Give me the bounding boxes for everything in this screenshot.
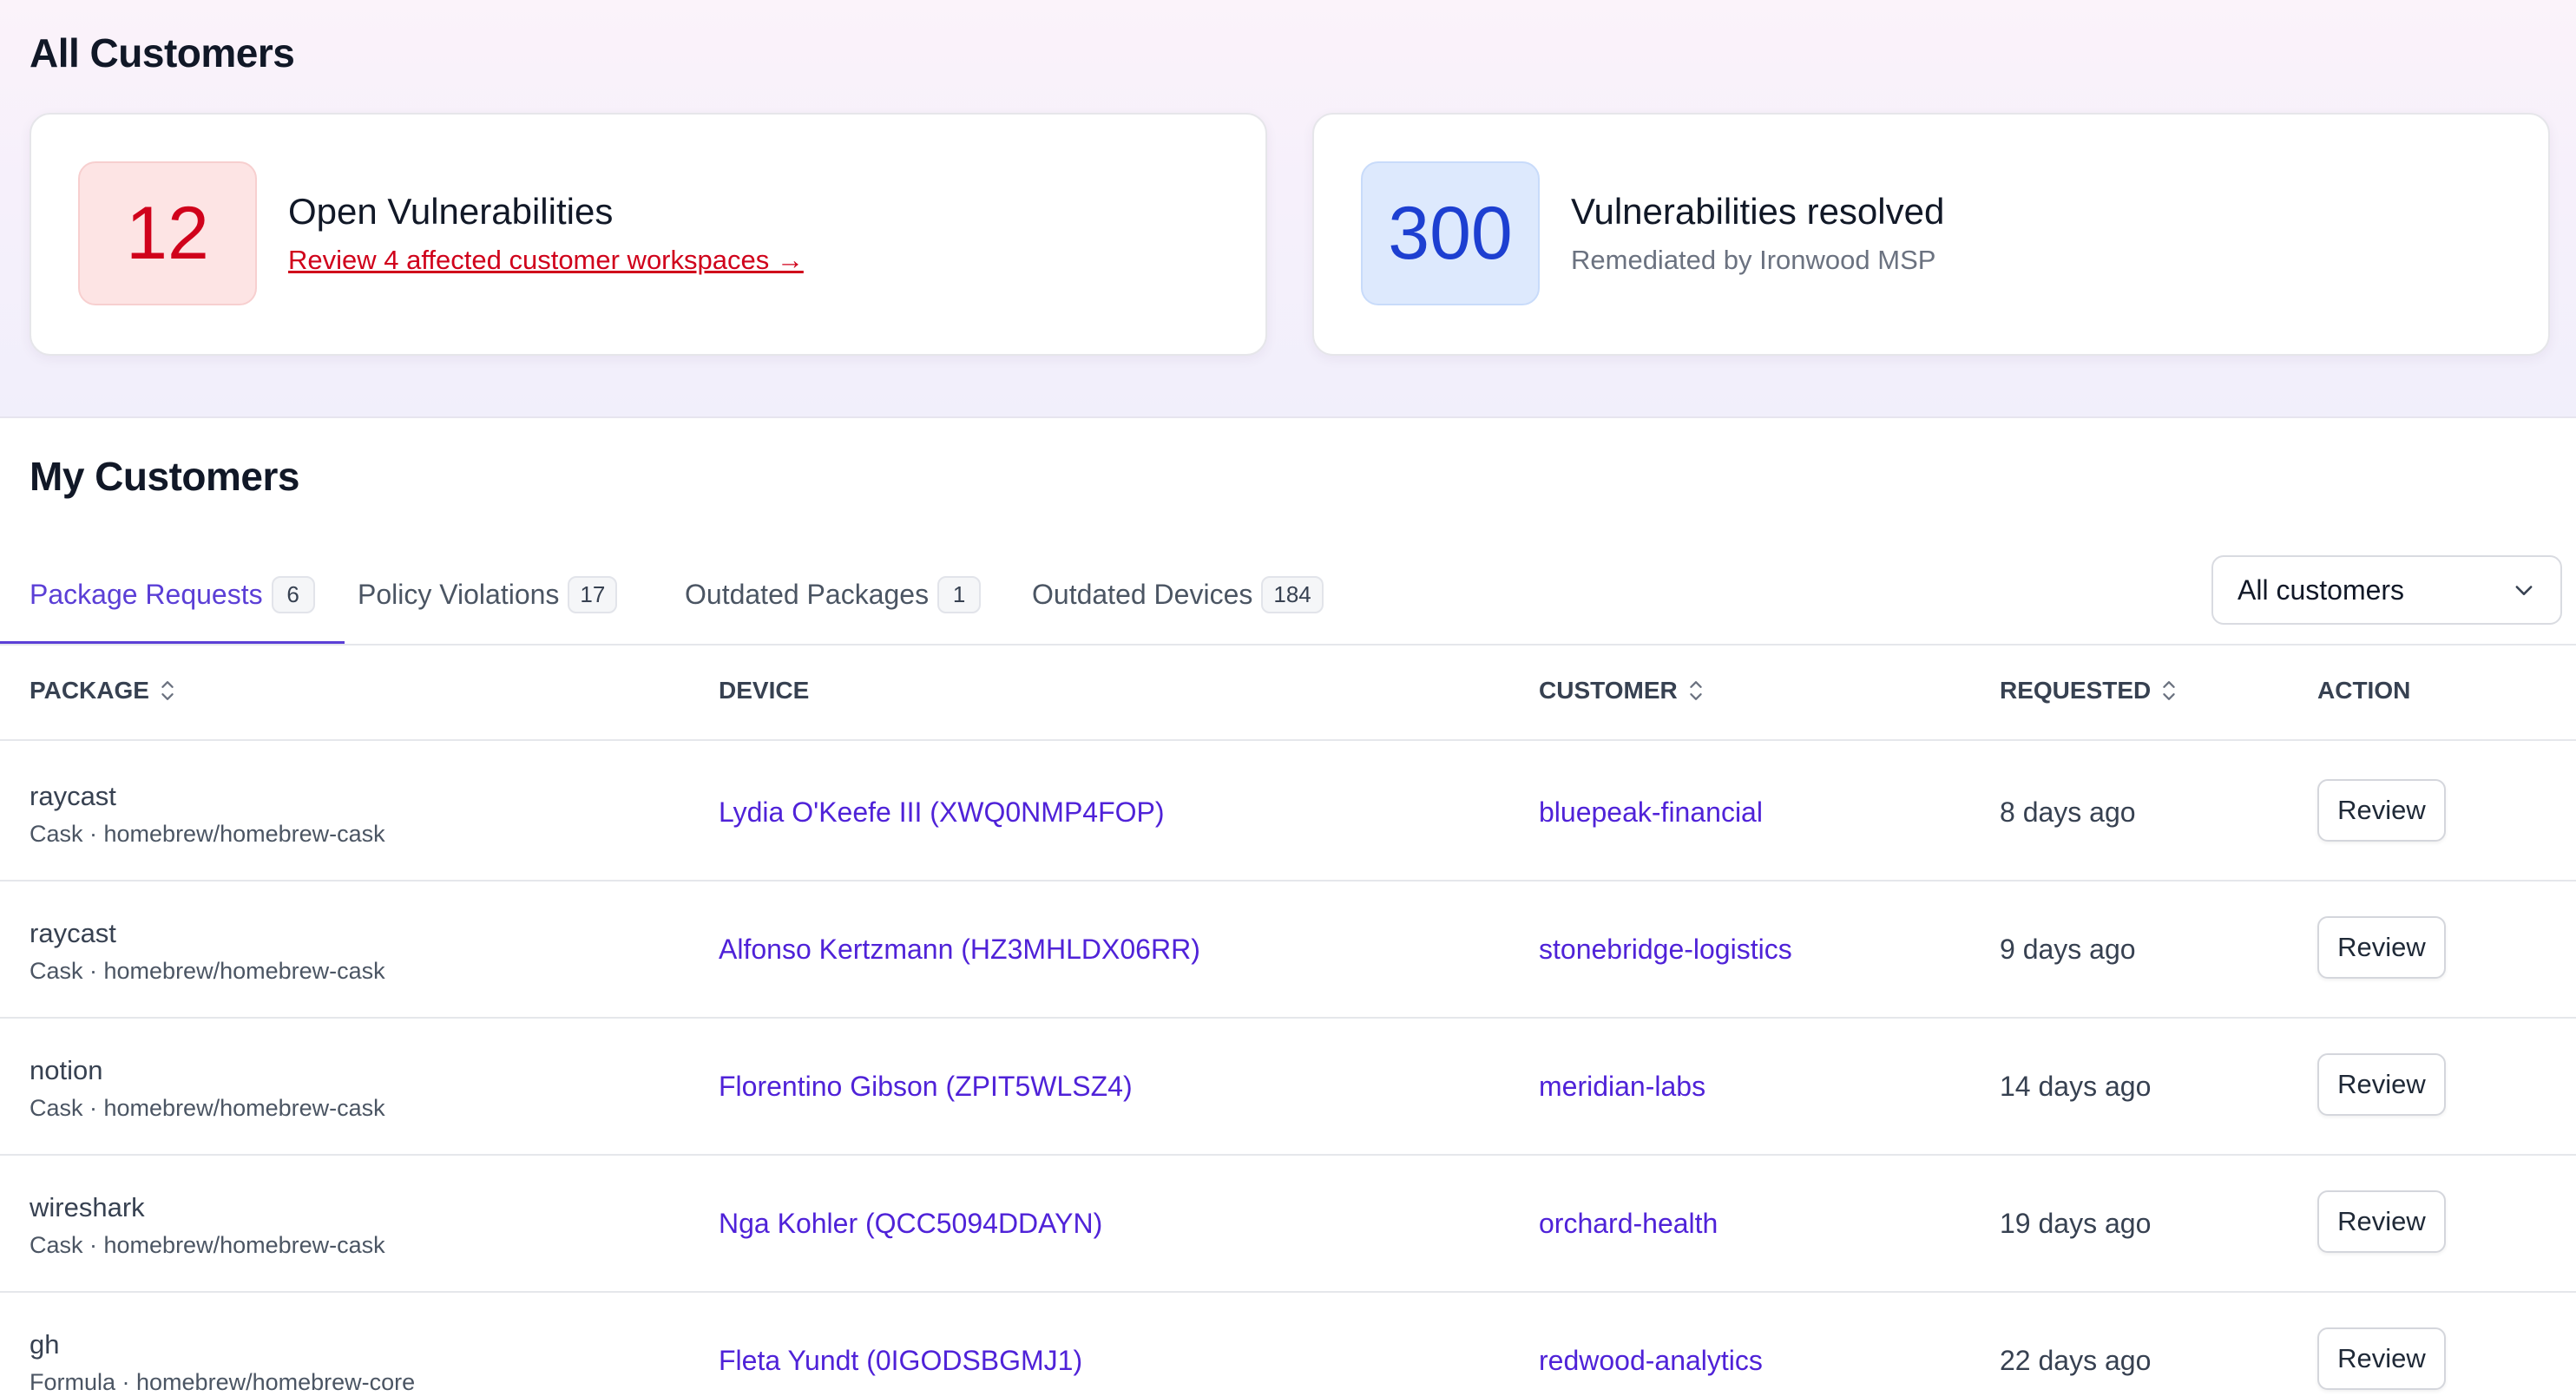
table-row: raycast Cask · homebrew/homebrew-cask Ly…: [0, 743, 2576, 882]
customer-link[interactable]: orchard-health: [1539, 1208, 1718, 1240]
customer-filter-value: All customers: [2238, 573, 2405, 606]
tab-bar: Package Requests 6 Policy Violations 17 …: [0, 547, 2576, 646]
customer-link[interactable]: stonebridge-logistics: [1539, 934, 1792, 966]
vulnerabilities-resolved-title: Vulnerabilities resolved: [1571, 191, 1945, 232]
device-link[interactable]: Fleta Yundt (0IGODSBGMJ1): [719, 1345, 1082, 1377]
table-row: gh Formula · homebrew/homebrew-core Flet…: [0, 1291, 2576, 1395]
sort-icon: [2163, 681, 2175, 700]
tab-policy-violations[interactable]: Policy Violations 17: [358, 547, 618, 642]
column-header-action: ACTION: [2317, 677, 2410, 705]
tab-label: Package Requests: [30, 578, 263, 610]
vulnerabilities-resolved-card: 300 Vulnerabilities resolved Remediated …: [1312, 113, 2550, 356]
table-row: wireshark Cask · homebrew/homebrew-cask …: [0, 1154, 2576, 1293]
review-button[interactable]: Review: [2317, 916, 2446, 979]
tab-label: Outdated Devices: [1032, 578, 1253, 610]
column-header-label: DEVICE: [719, 677, 810, 704]
open-vulnerabilities-card: 12 Open Vulnerabilities Review 4 affecte…: [30, 113, 1267, 356]
customer-link[interactable]: redwood-analytics: [1539, 1345, 1763, 1377]
tab-package-requests[interactable]: Package Requests 6: [0, 547, 345, 644]
customer-link[interactable]: meridian-labs: [1539, 1071, 1705, 1103]
column-header-label: PACKAGE: [30, 677, 149, 704]
table-header-divider: [0, 739, 2576, 741]
chevron-down-icon: [2515, 586, 2533, 595]
vulnerabilities-resolved-subtitle: Remediated by Ironwood MSP: [1571, 245, 1936, 275]
column-header-device: DEVICE: [719, 677, 809, 705]
review-button[interactable]: Review: [2317, 1053, 2446, 1116]
review-button[interactable]: Review: [2317, 1190, 2446, 1253]
package-source: Formula · homebrew/homebrew-core: [30, 1369, 416, 1395]
device-link[interactable]: Lydia O'Keefe III (XWQ0NMP4FOP): [719, 796, 1165, 829]
device-link[interactable]: Nga Kohler (QCC5094DDAYN): [719, 1208, 1102, 1240]
review-button[interactable]: Review: [2317, 1327, 2446, 1390]
package-name: wireshark: [30, 1192, 145, 1222]
device-link[interactable]: Florentino Gibson (ZPIT5WLSZ4): [719, 1071, 1133, 1103]
review-button[interactable]: Review: [2317, 779, 2446, 842]
page-title: All Customers: [30, 30, 295, 75]
summary-banner: All Customers 12 Open Vulnerabilities Re…: [0, 0, 2576, 418]
column-header-label: ACTION: [2317, 677, 2411, 704]
sort-icon: [161, 681, 174, 700]
vulnerabilities-resolved-count: 300: [1361, 161, 1540, 305]
package-source: Cask · homebrew/homebrew-cask: [30, 821, 385, 847]
device-link[interactable]: Alfonso Kertzmann (HZ3MHLDX06RR): [719, 934, 1200, 966]
requested-time: 22 days ago: [2000, 1345, 2152, 1376]
tab-label: Policy Violations: [358, 578, 560, 610]
package-name: raycast: [30, 781, 116, 811]
tab-count-badge: 6: [271, 575, 315, 613]
requested-time: 8 days ago: [2000, 796, 2136, 828]
section-title: My Customers: [30, 454, 299, 499]
column-header-label: REQUESTED: [2000, 677, 2152, 704]
tab-count-badge: 17: [568, 575, 618, 613]
review-affected-workspaces-link[interactable]: Review 4 affected customer workspaces →: [288, 245, 804, 276]
package-source: Cask · homebrew/homebrew-cask: [30, 1095, 385, 1121]
sort-icon: [1689, 681, 1702, 700]
open-vulnerabilities-title: Open Vulnerabilities: [288, 191, 614, 232]
tab-outdated-packages[interactable]: Outdated Packages 1: [685, 547, 982, 642]
package-name: notion: [30, 1055, 103, 1085]
customer-link[interactable]: bluepeak-financial: [1539, 796, 1763, 829]
column-header-package[interactable]: PACKAGE: [30, 677, 175, 705]
table-row: raycast Cask · homebrew/homebrew-cask Al…: [0, 880, 2576, 1019]
requested-time: 14 days ago: [2000, 1071, 2152, 1102]
requested-time: 19 days ago: [2000, 1208, 2152, 1239]
requested-time: 9 days ago: [2000, 934, 2136, 965]
tab-outdated-devices[interactable]: Outdated Devices 184: [1032, 547, 1324, 642]
open-vulnerabilities-count: 12: [78, 161, 257, 305]
tab-label: Outdated Packages: [685, 578, 930, 610]
column-header-requested[interactable]: REQUESTED: [2000, 677, 2177, 705]
package-name: raycast: [30, 918, 116, 948]
package-name: gh: [30, 1329, 60, 1360]
package-source: Cask · homebrew/homebrew-cask: [30, 958, 385, 984]
column-header-customer[interactable]: CUSTOMER: [1539, 677, 1704, 705]
tab-count-badge: 184: [1261, 575, 1324, 613]
package-source: Cask · homebrew/homebrew-cask: [30, 1232, 385, 1258]
table-row: notion Cask · homebrew/homebrew-cask Flo…: [0, 1017, 2576, 1156]
tab-count-badge: 1: [937, 575, 982, 613]
customer-filter-select[interactable]: All customers: [2211, 555, 2562, 625]
column-header-label: CUSTOMER: [1539, 677, 1678, 704]
